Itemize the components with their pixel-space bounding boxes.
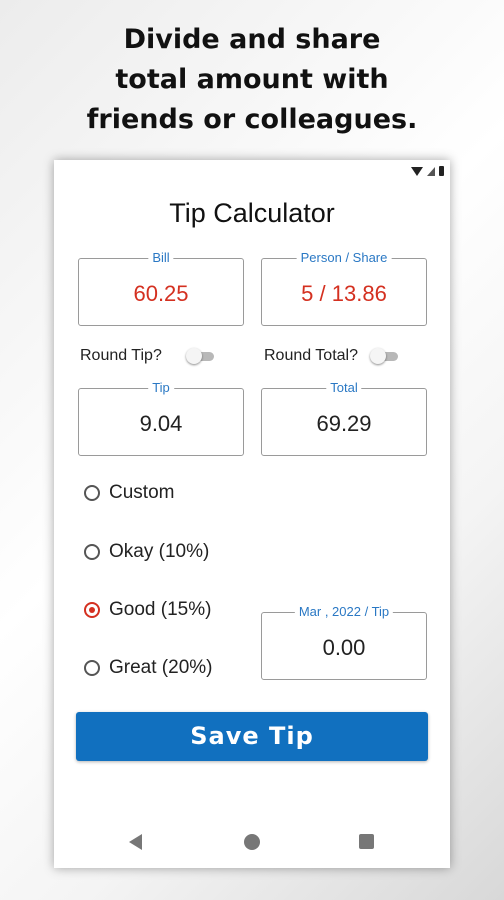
wifi-icon — [411, 166, 423, 176]
round-tip-label: Round Tip? — [80, 347, 162, 364]
status-bar — [411, 166, 444, 176]
monthly-tip-value: 0.00 — [322, 635, 366, 660]
monthly-tip-label: Mar , 2022 / Tip — [294, 604, 394, 619]
person-share-field[interactable]: Person / Share 5 / 13.86 — [261, 250, 427, 326]
home-icon[interactable] — [244, 834, 260, 850]
bill-field[interactable]: Bill 60.25 — [78, 250, 244, 326]
round-total-row: Round Total? — [264, 347, 400, 365]
recents-icon[interactable] — [359, 834, 374, 849]
headline-line-1: Divide and share — [123, 24, 381, 55]
radio-circle-good — [84, 602, 100, 618]
radio-good[interactable]: Good (15%) — [84, 599, 211, 621]
battery-icon — [439, 166, 444, 176]
radio-label-great: Great (20%) — [109, 657, 213, 678]
monthly-tip-field[interactable]: Mar , 2022 / Tip 0.00 — [261, 604, 427, 680]
phone-screen: Tip Calculator Bill 60.25 Person / Share… — [54, 160, 450, 868]
tip-value: 9.04 — [139, 411, 183, 436]
radio-circle-okay — [84, 544, 100, 560]
bill-label: Bill — [148, 250, 174, 265]
round-tip-switch[interactable] — [185, 348, 216, 364]
app-title: Tip Calculator — [169, 198, 335, 228]
radio-label-custom: Custom — [109, 482, 175, 503]
back-icon[interactable] — [129, 834, 142, 850]
radio-okay[interactable]: Okay (10%) — [84, 541, 209, 563]
promo-headline: Divide and share total amount with frien… — [0, 20, 504, 140]
total-field[interactable]: Total 69.29 — [261, 380, 427, 456]
radio-label-okay: Okay (10%) — [109, 541, 210, 562]
person-share-label: Person / Share — [296, 250, 392, 265]
signal-icon — [427, 166, 435, 176]
tip-field[interactable]: Tip 9.04 — [78, 380, 244, 456]
headline-line-2: total amount with — [115, 64, 389, 95]
radio-label-good: Good (15%) — [109, 599, 212, 620]
person-share-value: 5 / 13.86 — [301, 281, 387, 306]
round-tip-switch-thumb — [185, 348, 202, 364]
round-total-switch-thumb — [370, 348, 386, 364]
tip-label: Tip — [148, 380, 174, 395]
radio-circle-custom — [84, 485, 100, 501]
radio-circle-great — [84, 660, 100, 676]
round-total-switch[interactable] — [370, 348, 400, 364]
bill-value: 60.25 — [133, 281, 189, 306]
total-label: Total — [326, 380, 362, 395]
headline-line-3: friends or colleagues. — [86, 104, 418, 135]
radio-custom[interactable]: Custom — [84, 482, 174, 504]
round-total-label: Round Total? — [264, 347, 358, 364]
save-tip-button[interactable]: Save Tip — [76, 712, 428, 761]
radio-great[interactable]: Great (20%) — [84, 657, 212, 679]
navigation-bar — [54, 820, 450, 860]
round-tip-row: Round Tip? — [80, 347, 216, 365]
total-value: 69.29 — [316, 411, 372, 436]
